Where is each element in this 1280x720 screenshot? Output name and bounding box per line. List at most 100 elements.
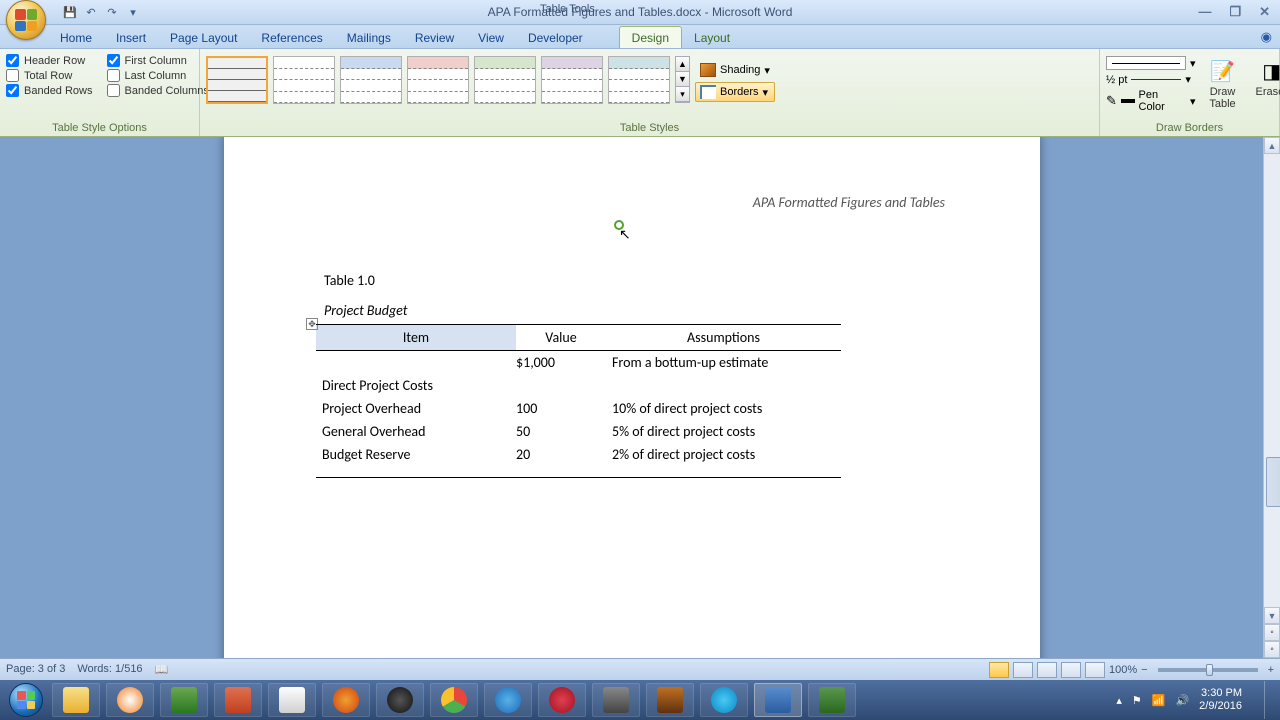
chk-header-row[interactable]: Header Row [6, 54, 93, 67]
table-number[interactable]: Table 1.0 [324, 272, 375, 289]
show-desktop-button[interactable] [1264, 681, 1274, 719]
spellcheck-icon[interactable]: 📖 [155, 663, 169, 676]
gallery-more-icon[interactable]: ▾ [676, 87, 689, 102]
undo-icon[interactable]: ↶ [83, 4, 99, 20]
taskbar-word[interactable] [754, 683, 802, 717]
tab-view[interactable]: View [466, 27, 516, 48]
taskbar-skype[interactable] [700, 683, 748, 717]
tab-design[interactable]: Design [619, 26, 682, 48]
tab-layout[interactable]: Layout [682, 27, 742, 48]
pen-color-button[interactable]: ✎ Pen Color ▾ [1106, 89, 1196, 113]
vertical-scrollbar[interactable]: ▲ ▼ ◦ ◦ [1263, 137, 1280, 658]
status-bar: Page: 3 of 3 Words: 1/516 📖 100% − + [0, 658, 1280, 680]
taskbar-ie[interactable] [484, 683, 532, 717]
next-page-icon[interactable]: ◦ [1264, 641, 1280, 658]
mouse-cursor-icon: ↖ [619, 226, 631, 243]
table-style-thumb[interactable] [541, 56, 603, 104]
gallery-up-icon[interactable]: ▲ [676, 57, 689, 72]
qat-more-icon[interactable]: ▾ [125, 4, 141, 20]
group-label-draw-borders: Draw Borders [1106, 120, 1273, 136]
tray-volume-icon[interactable]: 🔊 [1175, 694, 1189, 707]
tray-clock[interactable]: 3:30 PM2/9/2016 [1199, 687, 1248, 713]
tab-insert[interactable]: Insert [104, 27, 158, 48]
zoom-out-button[interactable]: − [1141, 664, 1147, 676]
table-style-thumb[interactable] [608, 56, 670, 104]
line-weight-selector[interactable]: ½ pt ▾ [1106, 73, 1196, 86]
tray-show-hidden-icon[interactable]: ▴ [1116, 694, 1122, 707]
prev-page-icon[interactable]: ◦ [1264, 624, 1280, 641]
taskbar-project[interactable] [808, 683, 856, 717]
save-icon[interactable]: 💾 [62, 4, 78, 20]
tab-mailings[interactable]: Mailings [335, 27, 403, 48]
tab-developer[interactable]: Developer [516, 27, 595, 48]
taskbar-opera[interactable] [538, 683, 586, 717]
close-button[interactable]: ✕ [1259, 4, 1270, 20]
group-label-table-styles: Table Styles [206, 120, 1093, 136]
chk-banded-rows[interactable]: Banded Rows [6, 84, 93, 97]
page[interactable]: APA Formatted Figures and Tables Table 1… [224, 137, 1040, 658]
maximize-button[interactable]: ❐ [1229, 4, 1241, 20]
table-title[interactable]: Project Budget [324, 302, 407, 319]
table-row: $1,000From a bottum-up estimate [316, 351, 841, 375]
status-page[interactable]: Page: 3 of 3 [6, 663, 65, 676]
taskbar-notepad[interactable] [268, 683, 316, 717]
status-words[interactable]: Words: 1/516 [77, 663, 142, 676]
chk-total-row[interactable]: Total Row [6, 69, 93, 82]
borders-button[interactable]: Borders ▾ [695, 82, 775, 102]
view-draft[interactable] [1085, 662, 1105, 678]
tray-network-icon[interactable]: 📶 [1152, 694, 1166, 707]
taskbar-hp[interactable] [376, 683, 424, 717]
minimize-button[interactable]: — [1198, 4, 1211, 20]
tab-home[interactable]: Home [48, 27, 104, 48]
system-tray: ▴ ⚑ 📶 🔊 3:30 PM2/9/2016 [1116, 681, 1274, 719]
gallery-down-icon[interactable]: ▼ [676, 72, 689, 87]
scroll-up-icon[interactable]: ▲ [1264, 137, 1280, 154]
table-style-thumb[interactable] [340, 56, 402, 104]
taskbar-snipping[interactable] [214, 683, 262, 717]
tab-page-layout[interactable]: Page Layout [158, 27, 249, 48]
line-style-selector[interactable] [1106, 56, 1186, 70]
ribbon-tabs: Home Insert Page Layout References Maili… [0, 25, 1280, 49]
taskbar-explorer[interactable] [52, 683, 100, 717]
table-header-cell[interactable]: Value [516, 325, 606, 351]
view-web-layout[interactable] [1037, 662, 1057, 678]
zoom-level[interactable]: 100% [1109, 664, 1137, 676]
tab-references[interactable]: References [249, 27, 334, 48]
table-row: Direct Project Costs [316, 374, 841, 397]
chk-last-column[interactable]: Last Column [107, 69, 209, 82]
taskbar-excel[interactable] [160, 683, 208, 717]
chk-banded-columns[interactable]: Banded Columns [107, 84, 209, 97]
chk-first-column[interactable]: First Column [107, 54, 209, 67]
shading-button[interactable]: Shading ▾ [695, 60, 775, 80]
apa-table[interactable]: Item Value Assumptions $1,000From a bott… [316, 324, 841, 478]
taskbar-kindle[interactable] [646, 683, 694, 717]
scroll-thumb[interactable] [1266, 457, 1280, 507]
tab-review[interactable]: Review [403, 27, 466, 48]
taskbar-app1[interactable] [592, 683, 640, 717]
document-area[interactable]: APA Formatted Figures and Tables Table 1… [0, 137, 1280, 658]
tray-action-center-icon[interactable]: ⚑ [1132, 694, 1142, 707]
contextual-tab-label: Table Tools [540, 3, 595, 15]
table-style-thumb[interactable] [206, 56, 268, 104]
start-button[interactable] [6, 680, 46, 720]
running-head[interactable]: APA Formatted Figures and Tables [753, 194, 945, 211]
table-header-cell[interactable]: Item [316, 325, 516, 351]
table-style-thumb[interactable] [273, 56, 335, 104]
view-print-layout[interactable] [989, 662, 1009, 678]
table-style-thumb[interactable] [474, 56, 536, 104]
zoom-slider[interactable] [1158, 668, 1258, 672]
table-header-cell[interactable]: Assumptions [606, 325, 841, 351]
zoom-in-button[interactable]: + [1268, 664, 1274, 676]
view-full-screen[interactable] [1013, 662, 1033, 678]
eraser-button[interactable]: ◨ Eraser [1250, 52, 1280, 113]
table-style-thumb[interactable] [407, 56, 469, 104]
view-outline[interactable] [1061, 662, 1081, 678]
draw-table-button[interactable]: 📝 Draw Table [1202, 52, 1244, 113]
office-button[interactable] [6, 0, 46, 40]
help-icon[interactable]: ◉ [1261, 29, 1272, 45]
taskbar-chrome[interactable] [430, 683, 478, 717]
taskbar-firefox[interactable] [322, 683, 370, 717]
redo-icon[interactable]: ↷ [104, 4, 120, 20]
scroll-down-icon[interactable]: ▼ [1264, 607, 1280, 624]
taskbar-media-player[interactable] [106, 683, 154, 717]
